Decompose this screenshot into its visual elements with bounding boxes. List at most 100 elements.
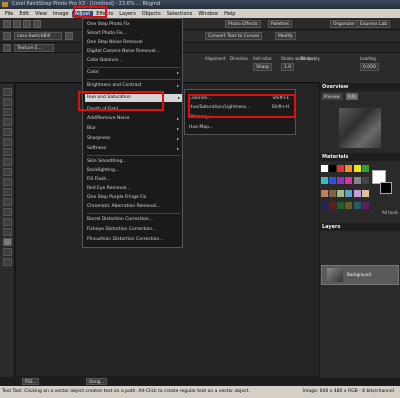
chevron-right-icon: ▸ — [177, 95, 180, 100]
menu-view[interactable]: View — [32, 11, 50, 17]
menu-edit[interactable]: Edit — [16, 11, 32, 17]
background-color-swatch[interactable] — [380, 182, 392, 194]
menu-item-sharpness[interactable]: Sharpness ▸ — [87, 135, 181, 143]
chevron-right-icon: ▸ — [176, 146, 179, 151]
eraser-tool-icon[interactable] — [3, 218, 12, 226]
dropper-tool-icon[interactable] — [3, 128, 12, 136]
menu-item-red-eye-removal[interactable]: Red Eye Removal... — [87, 185, 181, 193]
pen-tool-icon[interactable] — [3, 258, 12, 266]
rectangle-tool-icon[interactable] — [3, 248, 12, 256]
dodge-tool-icon[interactable] — [3, 208, 12, 216]
adjust-menu: One Step Photo Fix Smart Photo Fix... On… — [82, 18, 183, 248]
layers-header: Layers — [320, 223, 400, 231]
texture-dropdown[interactable]: Texture E... — [14, 44, 54, 52]
photo-effects-dropdown[interactable]: Photo Effects — [225, 20, 261, 28]
standard-toolbar: Photo Effects Palettes Organizer Express… — [0, 18, 400, 30]
title-bar: Corel PaintShop Photo Pro X3 - [Untitled… — [0, 0, 400, 9]
chevron-right-icon: ▸ — [176, 83, 179, 88]
straighten-tool-icon[interactable] — [3, 148, 12, 156]
app-icon — [2, 2, 8, 7]
menu-bar: File Edit View Image Adjust Effects Laye… — [0, 9, 400, 18]
menu-item-fisheye-distortion[interactable]: Fisheye Distortion Correction... — [87, 226, 181, 234]
script-toolbar: cass-SwitchBill Convert Text to Curves M… — [0, 30, 400, 43]
document-tab-2[interactable]: Desig... — [86, 378, 108, 385]
antialias-dropdown[interactable]: Sharp — [253, 63, 273, 71]
clone-tool-icon[interactable] — [3, 168, 12, 176]
paint-brush-icon[interactable] — [3, 188, 12, 196]
convert-text-button[interactable]: Convert Text to Curves — [205, 32, 263, 40]
text-tool-icon[interactable] — [3, 238, 12, 246]
menu-window[interactable]: Window — [195, 11, 221, 17]
fill-tool-icon[interactable] — [3, 228, 12, 236]
express-lab-button[interactable]: Express Lab — [357, 20, 391, 28]
menu-item-pincushion-distortion[interactable]: Pincushion Distortion Correction... — [87, 236, 181, 244]
stroke-width-field[interactable]: 1.0 — [281, 63, 295, 71]
highlight-adjust-menu — [73, 6, 107, 18]
menu-selections[interactable]: Selections — [164, 11, 196, 17]
info-tab[interactable]: Info — [346, 93, 358, 100]
status-text: Text Tool: Clicking on a vector object c… — [2, 389, 250, 394]
alignment-label: Alignment — [205, 56, 226, 61]
image-info: Image: 640 x 480 x RGB - 8 bits/channel — [302, 389, 394, 394]
menu-help[interactable]: Help — [221, 11, 238, 17]
crop-tool-icon[interactable] — [3, 138, 12, 146]
menu-separator — [87, 155, 181, 156]
palettes-dropdown[interactable]: Palettes — [268, 20, 292, 28]
selection-tool-icon[interactable] — [3, 118, 12, 126]
menu-item-purple-fringe-fix[interactable]: One Step Purple Fringe Fix — [87, 194, 181, 202]
menu-item-brightness-contrast[interactable]: Brightness and Contrast ▸ — [87, 82, 181, 90]
menu-item-softness[interactable]: Softness ▸ — [87, 145, 181, 153]
menu-item-smart-photo-fix[interactable]: Smart Photo Fix... — [87, 30, 181, 38]
preview-tab[interactable]: Preview — [322, 93, 342, 100]
direction-label: Direction — [230, 56, 249, 61]
script-icon[interactable] — [3, 32, 11, 40]
document-tabs: PSS... Desig... — [0, 377, 320, 386]
script-preset-dropdown[interactable]: cass-SwitchBill — [14, 32, 62, 40]
menu-item-color-balance[interactable]: Color Balance... — [87, 57, 181, 65]
menu-item-one-step-photo-fix[interactable]: One Step Photo Fix — [87, 21, 181, 29]
tools-toolbar — [0, 84, 15, 384]
overview-thumbnail[interactable] — [339, 108, 381, 148]
print-icon[interactable] — [33, 20, 41, 28]
new-icon[interactable] — [3, 20, 11, 28]
pan-tool-icon[interactable] — [3, 88, 12, 96]
menu-layers[interactable]: Layers — [116, 11, 139, 17]
menu-item-chromatic-aberration[interactable]: Chromatic Aberration Removal... — [87, 203, 181, 211]
open-icon[interactable] — [13, 20, 21, 28]
menu-image[interactable]: Image — [50, 11, 72, 17]
effect-icon[interactable] — [3, 44, 11, 52]
menu-objects[interactable]: Objects — [139, 11, 164, 17]
organizer-button[interactable]: Organizer — [330, 20, 359, 28]
menu-item-skin-smoothing[interactable]: Skin Smoothing... — [87, 158, 181, 166]
leading-field[interactable]: 0.000 — [360, 63, 379, 71]
menu-separator — [87, 79, 181, 80]
modify-dropdown[interactable]: Modify — [275, 32, 296, 40]
menu-item-fill-flash[interactable]: Fill Flash... — [87, 176, 181, 184]
menu-file[interactable]: File — [2, 11, 16, 17]
pick-tool-icon[interactable] — [3, 108, 12, 116]
menu-item-color[interactable]: Color ▸ — [87, 69, 181, 77]
scratch-remover-icon[interactable] — [3, 178, 12, 186]
chevron-right-icon: ▸ — [176, 116, 179, 121]
red-eye-tool-icon[interactable] — [3, 158, 12, 166]
all-tools-label: All tools — [382, 210, 398, 215]
zoom-tool-icon[interactable] — [3, 98, 12, 106]
menu-item-digital-camera-noise[interactable]: Digital Camera Noise Removal... — [87, 48, 181, 56]
menu-separator — [87, 213, 181, 214]
materials-header: Materials — [320, 153, 400, 161]
run-script-icon[interactable] — [65, 32, 73, 40]
chevron-right-icon: ▸ — [176, 70, 179, 75]
menu-item-backlighting[interactable]: Backlighting... — [87, 167, 181, 175]
leading-label: Leading — [360, 56, 376, 61]
airbrush-icon[interactable] — [3, 198, 12, 206]
layer-name: Background — [347, 272, 371, 277]
layer-thumbnail — [327, 268, 343, 282]
document-tab-1[interactable]: PSS... — [22, 378, 40, 385]
save-icon[interactable] — [23, 20, 31, 28]
submenu-item-hue-map[interactable]: Hue Map... — [189, 124, 293, 132]
menu-item-barrel-distortion[interactable]: Barrel Distortion Correction... — [87, 216, 181, 224]
color-swatches[interactable] — [321, 165, 369, 213]
menu-item-one-step-noise-removal[interactable]: One Step Noise Removal — [87, 39, 181, 47]
menu-item-blur[interactable]: Blur ▸ — [87, 125, 181, 133]
menu-item-add-remove-noise[interactable]: Add/Remove Noise ▸ — [87, 115, 181, 123]
